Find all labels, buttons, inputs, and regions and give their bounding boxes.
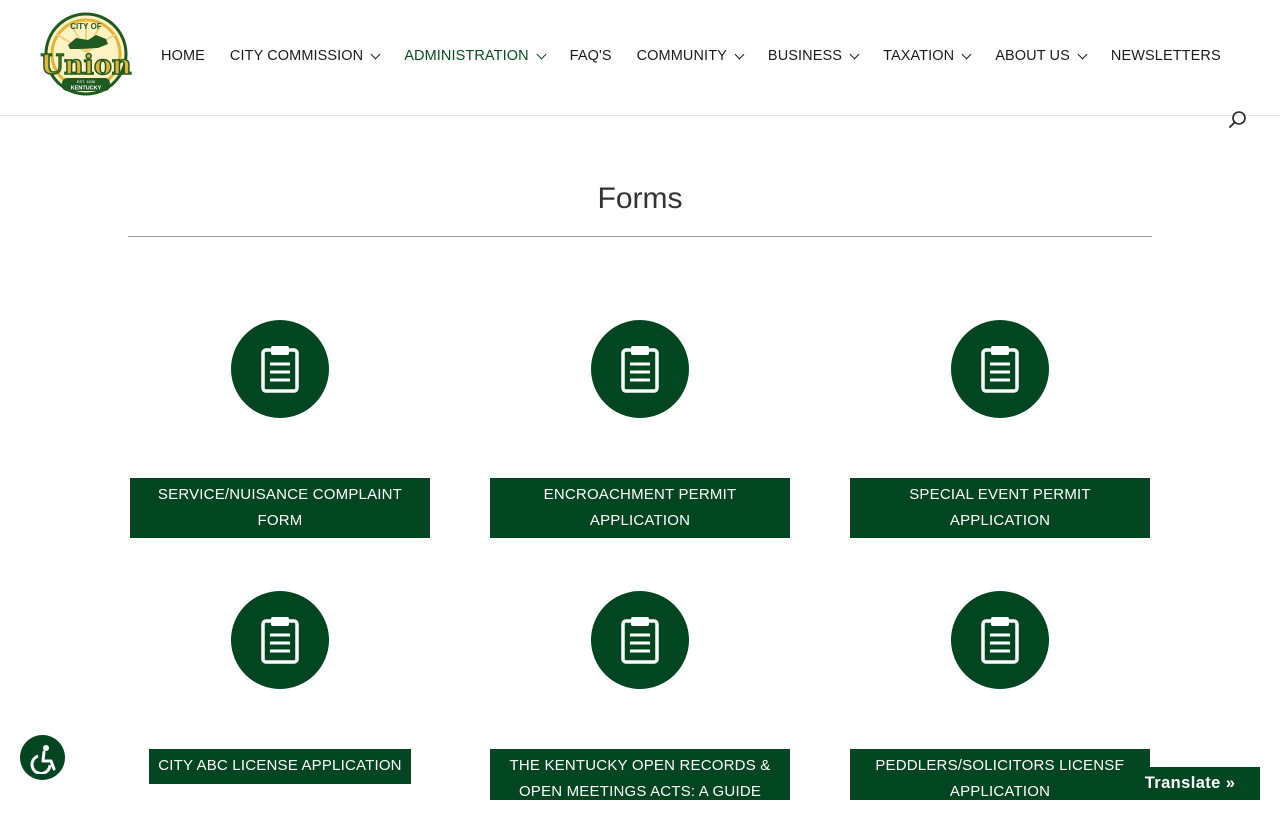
service-nuisance-complaint-form-button[interactable]: SERVICE/NUISANCE COMPLAINT FORM bbox=[130, 478, 430, 538]
nav-item-home[interactable]: HOME bbox=[161, 45, 205, 67]
nav-item-faqs[interactable]: FAQ'S bbox=[570, 45, 612, 67]
nav-item-about-us[interactable]: ABOUT US bbox=[995, 45, 1088, 67]
logo-name: Union bbox=[40, 50, 131, 81]
title-divider bbox=[128, 236, 1152, 237]
nav-label: ABOUT US bbox=[995, 48, 1070, 64]
encroachment-permit-button[interactable]: ENCROACHMENT PERMIT APPLICATION bbox=[490, 478, 790, 538]
peddlers-solicitors-license-button[interactable]: PEDDLERS/SOLICITORS LICENSE APPLICATION bbox=[850, 749, 1150, 800]
nav-item-business[interactable]: BUSINESS bbox=[767, 45, 860, 67]
search-icon bbox=[1229, 111, 1246, 128]
page-title: Forms bbox=[597, 182, 683, 215]
logo-est: EST. 1838 bbox=[77, 79, 96, 84]
nav-label: ADMINISTRATION bbox=[404, 48, 529, 64]
logo-state: KENTUCKY bbox=[71, 86, 102, 92]
main-nav: HOME CITY COMMISSION ADMINISTRATION FAQ'… bbox=[161, 45, 1246, 67]
site-logo[interactable]: CITY OF Union EST. 1838 KENTUCKY bbox=[36, 12, 136, 102]
nav-label: HOME bbox=[161, 48, 205, 64]
nav-item-administration[interactable]: ADMINISTRATION bbox=[404, 45, 547, 67]
nav-item-city-commission[interactable]: CITY COMMISSION bbox=[229, 45, 381, 67]
city-seal-icon: CITY OF Union EST. 1838 KENTUCKY bbox=[40, 12, 133, 96]
open-records-guide-button[interactable]: THE KENTUCKY OPEN RECORDS & OPEN MEETING… bbox=[490, 749, 790, 825]
nav-label: CITY COMMISSION bbox=[229, 48, 364, 64]
special-event-permit-button[interactable]: SPECIAL EVENT PERMIT APPLICATION bbox=[850, 478, 1150, 538]
nav-label: COMMUNITY bbox=[636, 48, 727, 64]
nav-label: BUSINESS bbox=[767, 48, 843, 64]
clipboard-icon bbox=[591, 320, 689, 418]
search-button[interactable] bbox=[1228, 110, 1248, 130]
logo-top-text: CITY OF bbox=[70, 22, 102, 31]
translate-button[interactable]: Translate » bbox=[1120, 767, 1260, 800]
chevron-down-icon bbox=[536, 49, 547, 60]
clipboard-icon bbox=[951, 320, 1049, 418]
chevron-down-icon bbox=[1077, 49, 1088, 60]
nav-label: NEWSLETTERS bbox=[1110, 48, 1221, 64]
clipboard-icon bbox=[951, 591, 1049, 689]
accessibility-icon bbox=[30, 744, 55, 774]
chevron-down-icon bbox=[370, 49, 381, 60]
nav-item-taxation[interactable]: TAXATION bbox=[883, 45, 972, 67]
chevron-down-icon bbox=[849, 49, 860, 60]
nav-label: FAQ'S bbox=[569, 48, 612, 64]
chevron-down-icon bbox=[734, 49, 745, 60]
chevron-down-icon bbox=[961, 49, 972, 60]
nav-item-community[interactable]: COMMUNITY bbox=[636, 45, 745, 67]
site-header: CITY OF Union EST. 1838 KENTUCKY HOME CI… bbox=[0, 0, 1280, 116]
nav-item-newsletters[interactable]: NEWSLETTERS bbox=[1111, 45, 1221, 67]
city-abc-license-button[interactable]: CITY ABC LICENSE APPLICATION bbox=[149, 749, 411, 784]
clipboard-icon bbox=[231, 591, 329, 689]
clipboard-icon bbox=[231, 320, 329, 418]
nav-label: TAXATION bbox=[883, 48, 955, 64]
clipboard-icon bbox=[591, 591, 689, 689]
accessibility-button[interactable] bbox=[20, 735, 65, 780]
